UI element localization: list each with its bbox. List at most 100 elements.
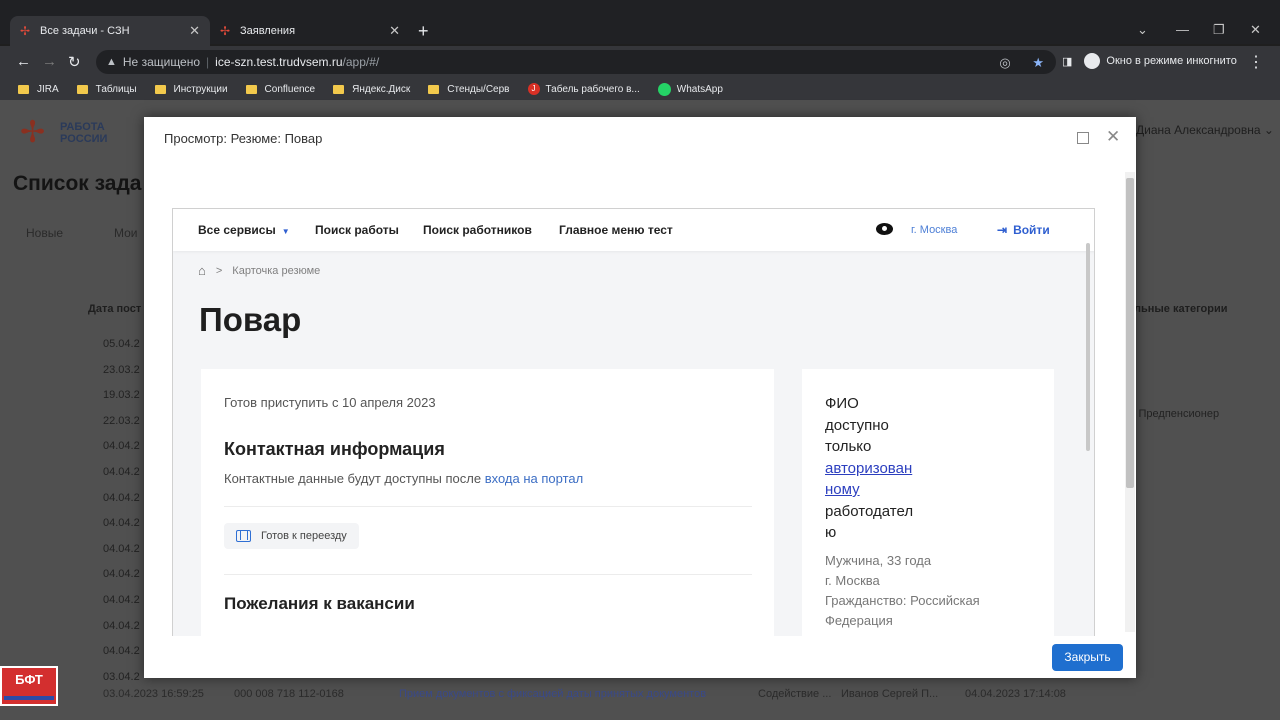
tab-label: Заявления (240, 25, 296, 37)
nav-all-services[interactable]: Все сервисы ▼ (198, 223, 290, 237)
suitcase-icon (236, 530, 251, 542)
rabota-favicon-icon: ✢ (20, 24, 31, 38)
contact-note-text: Контактные данные будут доступны после (224, 471, 485, 486)
fio-notice: ФИО доступно только авторизован ному раб… (825, 393, 945, 544)
login-arrow-icon: ⇥ (997, 223, 1008, 237)
bookmark-label: Табель рабочего в... (545, 83, 640, 95)
url-bar[interactable]: ▲ Не защищено | ice-szn.test.trudvsem.ru… (96, 50, 1056, 74)
bookmark-yandex-disk[interactable]: Яндекс.Диск (333, 84, 410, 95)
incognito-icon (1084, 53, 1101, 69)
tab-search-chevron-icon[interactable]: ⌄ (1137, 22, 1148, 38)
bookmark-confluence[interactable]: Confluence (245, 84, 315, 95)
bft-badge: БФТ (0, 666, 58, 706)
forward-arrow-icon[interactable]: → (42, 53, 57, 70)
folder-icon (245, 84, 257, 94)
divider (224, 574, 752, 575)
tracking-eye-off-icon[interactable]: ◎ (999, 55, 1010, 70)
logo-line2: РОССИИ (60, 133, 108, 145)
nav-job-search[interactable]: Поиск работы (315, 223, 399, 237)
warning-triangle-icon: ▲ (106, 56, 117, 68)
table-cell: Содействие ... (758, 688, 832, 700)
address-toolbar: ← → ↻ ▲ Не защищено | ice-szn.test.trudv… (0, 46, 1280, 78)
bookmark-label: Таблицы (95, 83, 137, 95)
table-cell: 22.03.2 (103, 414, 140, 427)
resume-title: Повар (199, 301, 302, 338)
bookmark-jira[interactable]: JIRA (18, 84, 59, 95)
bookmark-label: Яндекс.Диск (352, 83, 411, 95)
authorized-link[interactable]: ному (825, 479, 945, 501)
scrollbar-thumb[interactable] (1126, 178, 1134, 488)
breadcrumb-separator: > (215, 264, 223, 277)
bookmark-stands[interactable]: Стенды/Серв (428, 83, 510, 95)
table-cell: 23.03.2 (103, 363, 140, 376)
candidate-meta: Мужчина, 33 года г. Москва Гражданство: … (825, 551, 1040, 631)
bookmark-label: WhatsApp (676, 83, 723, 95)
maximize-icon[interactable] (1077, 132, 1089, 144)
portal-header: Все сервисы ▼ Поиск работы Поиск работник… (173, 209, 1094, 251)
not-secure-label: Не защищено (122, 55, 201, 69)
window-close-icon[interactable]: ✕ (1250, 22, 1261, 38)
table-cell: Прием документов с фиксацией даты принят… (399, 688, 707, 700)
reload-icon[interactable]: ↻ (68, 53, 81, 71)
tab-new[interactable]: Новые (26, 226, 63, 240)
bookmark-star-icon[interactable]: ★ (1032, 55, 1044, 70)
home-icon[interactable]: ⌂ (198, 263, 206, 278)
wishes-heading: Пожелания к вакансии (224, 594, 415, 613)
iframe-scrollbar[interactable] (1084, 243, 1092, 636)
tab-all-tasks[interactable]: ✢ Все задачи - СЗН ✕ (10, 16, 210, 46)
bookmark-instructions[interactable]: Инструкции (154, 84, 228, 95)
tab-applications[interactable]: ✢ Заявления ✕ (210, 16, 410, 46)
tab-label: Все задачи - СЗН (40, 25, 130, 37)
folder-icon (18, 84, 29, 94)
login-label: Войти (1013, 223, 1050, 237)
breadcrumb-current: Карточка резюме (232, 264, 321, 277)
city-selector[interactable]: г. Москва (911, 224, 957, 236)
login-button[interactable]: ⇥ Войти (997, 223, 1050, 237)
tab-mine[interactable]: Мои (114, 226, 138, 240)
folder-icon (154, 84, 166, 94)
badge-label: БФТ (15, 672, 43, 687)
contact-note: Контактные данные будут доступны после в… (224, 471, 583, 486)
table-cell: 04.04.2 (103, 619, 140, 632)
side-panel-icon[interactable]: ◨ (1062, 55, 1072, 68)
table-cell: 05.04.2 (103, 338, 140, 350)
bookmark-timesheet[interactable]: J Табель рабочего в... (527, 83, 640, 95)
divider (224, 506, 752, 507)
portal-login-link[interactable]: входа на портал (485, 471, 584, 486)
close-button[interactable]: Закрыть (1052, 644, 1123, 671)
bookmark-tables[interactable]: Таблицы (76, 83, 137, 95)
table-cell: 04.04.2 (103, 593, 140, 606)
modal-scrollbar[interactable] (1125, 172, 1135, 632)
back-arrow-icon[interactable]: ← (16, 53, 31, 70)
bookmark-whatsapp[interactable]: WhatsApp (657, 82, 723, 96)
accessibility-eye-icon[interactable] (876, 223, 893, 235)
omnibox-actions: ◎ ★ (999, 55, 1044, 71)
close-tab-icon[interactable]: ✕ (189, 23, 200, 39)
chevron-down-icon: ⌄ (1263, 123, 1274, 137)
column-header-date[interactable]: Дата пост (88, 303, 141, 315)
rabota-favicon-icon: ✢ (220, 24, 231, 38)
close-tab-icon[interactable]: ✕ (389, 23, 400, 39)
column-header-categories[interactable]: льные категории (1134, 303, 1228, 315)
user-menu[interactable]: Диана Александровна ⌄ (1136, 123, 1274, 137)
j-favicon-icon: J (527, 83, 540, 95)
nav-main-menu[interactable]: Главное меню тест (559, 223, 673, 237)
restore-icon[interactable]: ❐ (1213, 22, 1225, 38)
browser-menu-icon[interactable]: ⋮ (1248, 52, 1264, 72)
fio-line: работодател (825, 502, 914, 520)
close-icon[interactable]: ✕ (1106, 127, 1120, 147)
scrollbar-thumb[interactable] (1086, 243, 1090, 451)
table-cell: 03.04.2 (103, 670, 140, 683)
nav-worker-search[interactable]: Поиск работников (423, 223, 532, 237)
minimize-icon[interactable]: — (1176, 22, 1189, 37)
url-separator: | (206, 55, 210, 69)
authorized-link[interactable]: авторизован (825, 458, 945, 480)
fio-line: только (825, 438, 872, 455)
resume-side-card: ФИО доступно только авторизован ному раб… (802, 369, 1054, 636)
user-name: Диана Александровна (1136, 123, 1261, 137)
resume-main-card: Готов приступить с 10 апреля 2023 Контак… (201, 369, 774, 636)
folder-icon (333, 84, 345, 94)
new-tab-button[interactable]: + (418, 22, 429, 40)
incognito-profile[interactable]: ◨ Окно в режиме инкогнито (1062, 53, 1237, 69)
bookmark-label: Стенды/Серв (447, 83, 510, 95)
